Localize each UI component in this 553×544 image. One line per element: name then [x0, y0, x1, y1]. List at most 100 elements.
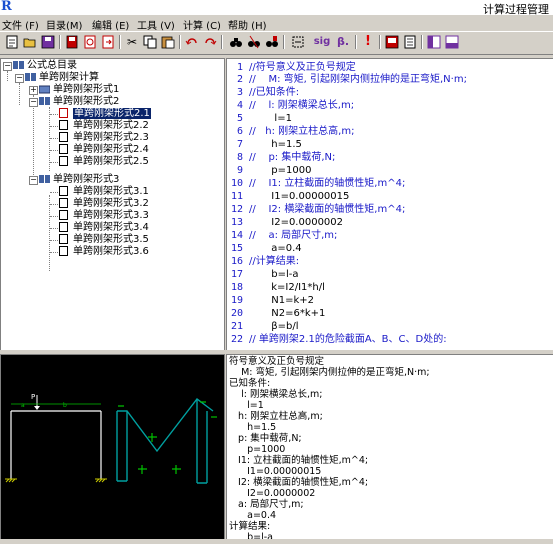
tree-node-form3[interactable]: 单跨刚架形式3: [39, 174, 119, 186]
run-button[interactable]: !: [360, 34, 376, 50]
output-line: I1=0.00000015: [229, 466, 322, 477]
refresh-doc-icon[interactable]: [82, 34, 98, 50]
tree-leaf-3-4[interactable]: 单跨刚架形式3.4: [59, 222, 149, 234]
collapse-toggle[interactable]: −: [29, 176, 38, 185]
tree-node-frame-calc[interactable]: 单跨刚架计算: [25, 72, 99, 84]
collapse-toggle[interactable]: −: [15, 74, 24, 83]
output-line: a=0.4: [229, 510, 277, 521]
document-icon: [59, 156, 70, 166]
collapse-toggle[interactable]: −: [29, 98, 38, 107]
find-replace-icon[interactable]: [246, 34, 262, 50]
code-line: // a: 局部尺寸,m;: [249, 230, 338, 241]
insert-formula-icon[interactable]: [290, 34, 306, 50]
tree-leaf-label: 单跨刚架形式3.4: [73, 222, 149, 233]
tree-leaf-2-2[interactable]: 单跨刚架形式2.2: [59, 120, 149, 132]
tree-leaf-label: 单跨刚架形式2.1: [73, 108, 151, 119]
output-line: I1: 立柱截面的轴惯性矩,m^4;: [229, 455, 369, 466]
tree-leaf-3-1[interactable]: 单跨刚架形式3.1: [59, 186, 149, 198]
code-line: // 单跨刚架2.1的危险截面A、B、C、D处的:: [249, 334, 447, 345]
code-line: β=b/l: [249, 321, 299, 332]
document-icon: [59, 222, 70, 232]
tree-node-form1[interactable]: 单跨刚架形式1: [38, 84, 119, 96]
document-icon: [59, 132, 70, 142]
tree-leaf-label: 单跨刚架形式3.2: [73, 198, 149, 209]
output-line: 符号意义及正负号规定: [229, 356, 325, 367]
output-line: I2=0.0000002: [229, 488, 316, 499]
notes-icon[interactable]: [402, 34, 418, 50]
collapse-toggle[interactable]: −: [3, 62, 12, 71]
menu-tools[interactable]: 工具 (V): [137, 17, 175, 32]
document-icon: [59, 120, 70, 130]
output-line: l: 刚架横梁总长,m;: [229, 389, 323, 400]
tree-leaf-3-3[interactable]: 单跨刚架形式3.3: [59, 210, 149, 222]
book-icon: [13, 60, 24, 70]
tree-root-label: 公式总目录: [27, 60, 77, 71]
undo-icon[interactable]: [184, 34, 200, 50]
document-icon: [59, 234, 70, 244]
output-line: h: 刚架立柱总高,m;: [229, 411, 323, 422]
tree-leaf-label: 单跨刚架形式2.5: [73, 156, 149, 167]
tree-node-form2[interactable]: 单跨刚架形式2: [39, 96, 119, 108]
code-line: b=l-a: [249, 269, 299, 280]
document-icon: [59, 186, 70, 196]
line-number: 4: [236, 100, 243, 111]
tree-leaf-3-5[interactable]: 单跨刚架形式3.5: [59, 234, 149, 246]
code-line: p=1000: [249, 165, 312, 176]
menu-calculate[interactable]: 计算 (C): [183, 17, 221, 32]
paste-icon[interactable]: [160, 34, 176, 50]
sigma-button[interactable]: sig: [312, 34, 332, 50]
tree-node-label: 单跨刚架形式3: [53, 174, 120, 185]
save-icon[interactable]: [40, 34, 56, 50]
code-line: // h: 刚架立柱总高,m;: [249, 126, 355, 137]
layout-bottom-icon[interactable]: [444, 34, 460, 50]
code-line: // p: 集中载荷,N;: [249, 152, 336, 163]
line-number: 14: [230, 230, 243, 241]
menu-file[interactable]: 文件 (F): [2, 17, 39, 32]
open-folder-icon[interactable]: [22, 34, 38, 50]
menu-catalog[interactable]: 目录(M): [46, 17, 82, 32]
menu-help[interactable]: 帮助 (H): [228, 17, 267, 32]
find-icon[interactable]: [228, 34, 244, 50]
code-editor[interactable]: 1 2 3 4 5 6 7 8 9 10 11 12 13 14 15 16 1…: [226, 58, 553, 352]
beta-button[interactable]: β.: [335, 34, 351, 50]
find-next-icon[interactable]: [264, 34, 280, 50]
menu-edit[interactable]: 编辑 (E): [92, 17, 129, 32]
code-line: I1=0.00000015: [249, 191, 350, 202]
tree-leaf-2-3[interactable]: 单跨刚架形式2.3: [59, 132, 149, 144]
redo-icon[interactable]: [202, 34, 218, 50]
layout-left-icon[interactable]: [426, 34, 442, 50]
output-line: p: 集中载荷,N;: [229, 433, 302, 444]
document-icon: [59, 210, 70, 220]
tree-leaf-label: 单跨刚架形式3.6: [73, 246, 149, 257]
code-line: k=I2/I1*h/l: [249, 282, 325, 293]
document-icon: [59, 198, 70, 208]
code-line: N2=6*k+1: [249, 308, 326, 319]
report-icon[interactable]: [384, 34, 400, 50]
line-number: 15: [230, 243, 243, 254]
tree-leaf-2-5[interactable]: 单跨刚架形式2.5: [59, 156, 149, 168]
cut-icon[interactable]: ✂: [124, 34, 140, 50]
line-number: 20: [230, 308, 243, 319]
document-icon: [59, 246, 70, 256]
expand-toggle[interactable]: +: [29, 86, 38, 95]
copy-icon[interactable]: [142, 34, 158, 50]
line-number: 10: [230, 178, 243, 189]
book-icon: [38, 84, 51, 94]
line-number: 13: [230, 217, 243, 228]
line-number: 11: [230, 191, 243, 202]
tree-leaf-label: 单跨刚架形式3.5: [73, 234, 149, 245]
tree-leaf-3-6[interactable]: 单跨刚架形式3.6: [59, 246, 149, 258]
output-line: l=1: [229, 400, 264, 411]
tree-leaf-3-2[interactable]: 单跨刚架形式3.2: [59, 198, 149, 210]
new-file-icon[interactable]: [4, 34, 20, 50]
tree-leaf-label: 单跨刚架形式2.3: [73, 132, 149, 143]
tree-leaf-label: 单跨刚架形式2.2: [73, 120, 149, 131]
export-icon[interactable]: [100, 34, 116, 50]
calculation-output[interactable]: 符号意义及正负号规定 M: 弯矩, 引起刚架内侧拉伸的是正弯矩,N·m; 已知条…: [226, 354, 553, 540]
tree-root[interactable]: 公式总目录: [13, 60, 77, 72]
save-all-icon[interactable]: [64, 34, 80, 50]
tree-leaf-2-4[interactable]: 单跨刚架形式2.4: [59, 144, 149, 156]
code-line: N1=k+2: [249, 295, 315, 306]
tree-leaf-2-1[interactable]: 单跨刚架形式2.1: [59, 108, 151, 120]
output-line: 已知条件:: [229, 378, 271, 389]
